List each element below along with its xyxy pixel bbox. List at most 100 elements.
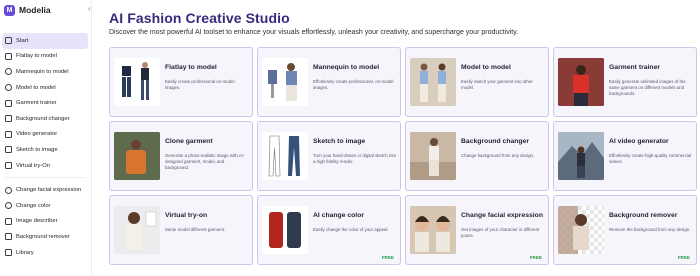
sidebar-item-background-remover[interactable]: Background remover (2, 229, 88, 245)
sidebar-item-label: Start (16, 37, 29, 44)
card-title: Model to model (461, 64, 511, 71)
sidebar-item-label: Mannequin to model (16, 68, 69, 75)
card-title: AI change color (313, 212, 364, 219)
collapse-sidebar-chevron-icon[interactable]: ‹ (88, 4, 96, 14)
tool-card-virtual-try-on[interactable]: Virtual try-on Same model different garm… (109, 195, 253, 265)
sidebar-item-mannequin-to-model[interactable]: Mannequin to model (2, 64, 88, 80)
sidebar-item-garment-trainer[interactable]: Garment trainer (2, 95, 88, 111)
tool-card-background-remover[interactable]: Background remover Remove the background… (553, 195, 697, 265)
background-changer-thumbnail-image (410, 132, 456, 180)
sidebar-item-label: Change color (16, 202, 51, 209)
card-description: Easily generate unlimited images of the … (609, 79, 686, 96)
sidebar-item-image-describer[interactable]: Image describer (2, 214, 88, 230)
card-title: Virtual try-on (165, 212, 208, 219)
tool-card-ai-change-color[interactable]: AI change color Easily change the color … (257, 195, 401, 265)
virtual-try-on-thumbnail-image (114, 206, 160, 254)
tool-card-flatlay-to-model[interactable]: Flatlay to model Easily create professio… (109, 47, 253, 117)
sidebar-item-start[interactable]: Start (2, 33, 88, 49)
card-description: Easily change the color of your appeal. (313, 227, 389, 232)
brand[interactable]: M Modelia (4, 3, 51, 17)
sidebar-item-change-color[interactable]: Change color (2, 198, 88, 214)
tool-card-background-changer[interactable]: Background changer Change background fro… (405, 121, 549, 191)
sidebar-item-label: Change facial expression (16, 187, 82, 194)
card-description: Change background from any design. (461, 153, 535, 158)
card-title: Background changer (461, 138, 529, 145)
library-icon (5, 249, 12, 257)
card-title: Clone garment (165, 138, 213, 145)
sidebar-item-flatlay-to-model[interactable]: Flatlay to model (2, 49, 88, 65)
garment-icon (5, 99, 12, 107)
card-title: Garment trainer (609, 64, 660, 71)
card-description: Same model different garment. (165, 227, 226, 232)
card-title: Background remover (609, 212, 678, 219)
card-description: Generate a photo-realistic image with AI… (165, 153, 245, 170)
pencil-icon (5, 146, 12, 154)
video-generator-thumbnail-image (558, 132, 604, 180)
card-description: Turn your hand-drawn or digital sketch i… (313, 153, 397, 164)
sidebar-item-label: Video generator (16, 131, 58, 138)
card-title: Sketch to image (313, 138, 366, 145)
page-subtitle: Discover the most powerful AI toolset to… (109, 29, 519, 36)
sidebar-item-sketch-to-image[interactable]: Sketch to image (2, 142, 88, 158)
sidebar-item-label: Virtual try-On (16, 162, 51, 169)
tool-card-change-facial-expression[interactable]: Change facial expression Get images of y… (405, 195, 549, 265)
tool-card-model-to-model[interactable]: Model to model Easily switch your garmen… (405, 47, 549, 117)
flatlay-thumbnail-image (114, 58, 160, 106)
sidebar-nav: Start Flatlay to model Mannequin to mode… (2, 33, 88, 260)
card-description: Easily create professional on-model imag… (165, 79, 235, 90)
card-description: Effortlessly create high-quality commerc… (609, 153, 692, 164)
card-title: Flatlay to model (165, 64, 217, 71)
free-badge: FREE (381, 255, 394, 260)
garment-trainer-thumbnail-image (558, 58, 604, 106)
brand-name: Modelia (19, 5, 51, 15)
clone-garment-thumbnail-image (114, 132, 160, 180)
hanger-icon (5, 162, 12, 170)
free-badge: FREE (529, 255, 542, 260)
tool-card-ai-video-generator[interactable]: AI video generator Effortlessly create h… (553, 121, 697, 191)
video-icon (5, 130, 12, 138)
shirt-icon (5, 52, 12, 60)
background-remover-thumbnail-image (558, 206, 604, 254)
sidebar-item-background-changer[interactable]: Background changer (2, 111, 88, 127)
card-title: Change facial expression (461, 212, 543, 219)
tool-card-mannequin-to-model[interactable]: Mannequin to model Effortlessly create p… (257, 47, 401, 117)
tool-card-garment-trainer[interactable]: Garment trainer Easily generate unlimite… (553, 47, 697, 117)
main-content: AI Fashion Creative Studio Discover the … (100, 0, 700, 276)
sidebar-item-model-to-model[interactable]: Model to model (2, 80, 88, 96)
doc-icon (5, 217, 12, 225)
person-icon (5, 84, 12, 92)
card-description: Effortlessly create professional, on-mod… (313, 79, 394, 90)
sidebar-item-label: Background changer (16, 115, 70, 122)
face-icon (5, 186, 12, 194)
card-title: AI video generator (609, 138, 669, 145)
sidebar-item-label: Flatlay to model (16, 53, 57, 60)
sidebar-item-virtual-try-on[interactable]: Virtual try-On (2, 158, 88, 174)
sidebar: M Modelia ‹ Start Flatlay to model Manne… (0, 0, 92, 276)
sketch-thumbnail-image (262, 132, 308, 180)
card-description: Remove the background from any design. (609, 227, 691, 232)
sidebar-item-video-generator[interactable]: Video generator (2, 127, 88, 143)
mannequin-thumbnail-image (262, 58, 308, 106)
modelia-logo-icon: M (4, 4, 15, 16)
sidebar-item-change-facial-expression[interactable]: Change facial expression (2, 182, 88, 198)
card-title: Mannequin to model (313, 64, 380, 71)
sidebar-item-library[interactable]: Library (2, 245, 88, 261)
tool-card-grid: Flatlay to model Easily create professio… (109, 47, 697, 265)
model-thumbnail-image (410, 58, 456, 106)
tool-card-clone-garment[interactable]: Clone garment Generate a photo-realistic… (109, 121, 253, 191)
sidebar-item-label: Library (16, 249, 34, 256)
sidebar-item-label: Background remover (16, 233, 70, 240)
mannequin-icon (5, 68, 12, 76)
sidebar-item-label: Model to model (16, 84, 56, 91)
tool-card-sketch-to-image[interactable]: Sketch to image Turn your hand-drawn or … (257, 121, 401, 191)
sidebar-item-label: Sketch to image (16, 146, 58, 153)
sidebar-item-label: Garment trainer (16, 100, 57, 107)
sidebar-item-label: Image describer (16, 218, 58, 225)
change-color-thumbnail-image (262, 206, 308, 254)
card-description: Easily switch your garment into other mo… (461, 79, 533, 90)
home-icon (5, 37, 12, 45)
facial-expression-thumbnail-image (410, 206, 456, 254)
sidebar-divider (4, 177, 86, 179)
card-description: Get images of your character in differen… (461, 227, 540, 238)
page-title: AI Fashion Creative Studio (109, 10, 290, 26)
